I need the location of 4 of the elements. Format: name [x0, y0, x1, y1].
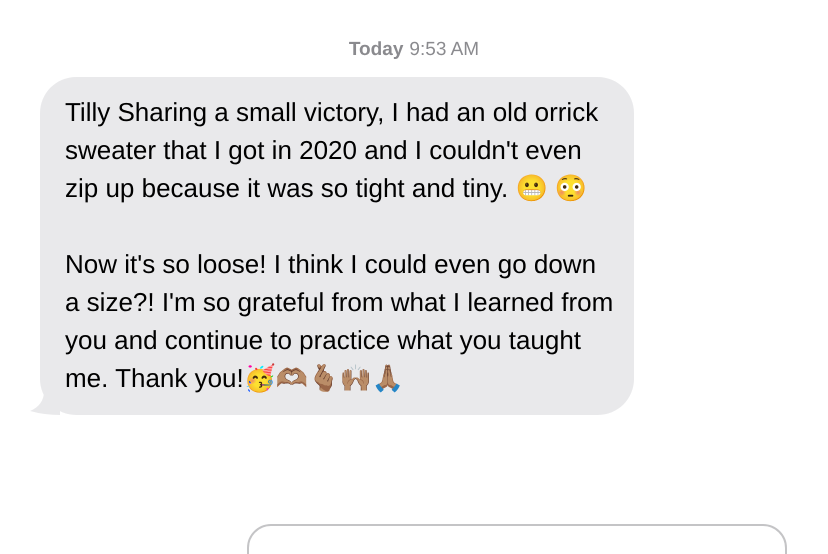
message-text: Now it's so loose! I think I could even go down a size?! I'm so grateful from what I learned from you and continue to practice what you taught me. Thank you!🥳🫶🏽🫰🏽🙌🏽🙏🏽 — [65, 248, 614, 395]
message-text: Tilly Sharing a small victory, I had an old orrick sweater that I got in 2020 and I couldn't even zip up because it was so tight and tiny. 😬 😳 — [65, 96, 600, 204]
timestamp-time: 9:53 AM — [409, 38, 480, 62]
timestamp-day: Today — [348, 36, 404, 64]
